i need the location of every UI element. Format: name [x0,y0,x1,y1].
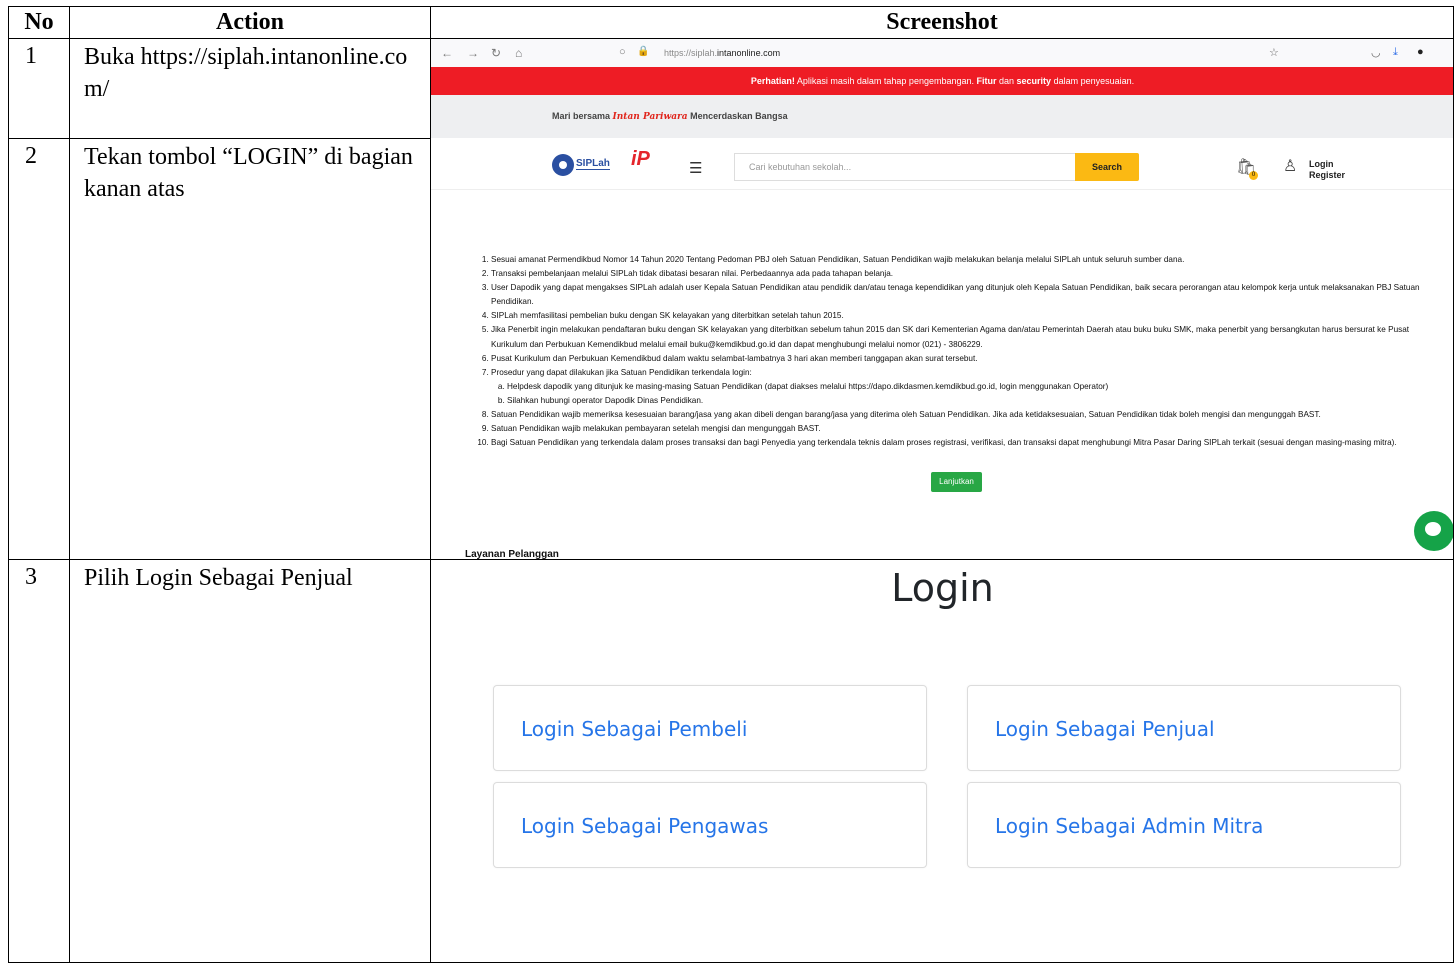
bookmark-star-icon[interactable]: ☆ [1269,46,1279,59]
search-button[interactable]: Search [1075,153,1139,181]
login-admin-mitra-link[interactable]: Login Sebagai Admin Mitra [995,814,1263,838]
notice-item: Pusat Kurikulum dan Perbukuan Kemendikbu… [491,352,1447,366]
login-supervisor-link[interactable]: Login Sebagai Pengawas [521,814,768,838]
header-no: No [8,6,70,39]
continue-button[interactable]: Lanjutkan [931,472,982,492]
notice-item: Jika Penerbit ingin melakukan pendaftara… [491,323,1447,351]
row-number: 3 [8,559,70,963]
notice-subitem: Helpdesk dapodik yang ditunjuk ke masing… [507,380,1447,394]
browser-window: ← → ↻ ⌂ ○ 🔒 https://siplah.intanonline.c… [431,39,1453,559]
login-seller-card[interactable]: Login Sebagai Penjual [967,685,1401,771]
download-icon[interactable]: ⤓ [1393,46,1398,59]
forward-icon[interactable]: → [467,46,479,60]
auth-links: Login Register [1309,159,1345,181]
login-admin-mitra-card[interactable]: Login Sebagai Admin Mitra [967,782,1401,868]
tagline-bar: Mari bersama Intan Pariwara Mencerdaskan… [431,95,1453,138]
user-icon[interactable]: ♙ [1283,156,1297,176]
notice-item: Bagi Satuan Pendidikan yang terkendala d… [491,436,1447,450]
notice-item: Prosedur yang dapat dilakukan jika Satua… [491,366,1447,408]
notice-list: Sesuai amanat Permendikbud Nomor 14 Tahu… [467,253,1447,450]
login-buyer-card[interactable]: Login Sebagai Pembeli [493,685,927,771]
menu-icon[interactable]: ☰ [689,159,702,177]
login-seller-link[interactable]: Login Sebagai Penjual [995,717,1215,741]
siplah-logo-icon[interactable] [552,154,574,176]
account-icon[interactable]: ● [1417,46,1424,58]
register-link[interactable]: Register [1309,170,1345,181]
lock-icon[interactable]: 🔒 [637,46,649,57]
browser-screenshot-cell: ← → ↻ ⌂ ○ 🔒 https://siplah.intanonline.c… [430,38,1454,560]
notice-item: Satuan Pendidikan wajib memeriksa kesesu… [491,408,1447,422]
notice-item: Satuan Pendidikan wajib melakukan pembay… [491,422,1447,436]
notice-item: Transaksi pembelanjaan melalui SIPLah ti… [491,267,1447,281]
tagline: Mari bersama Intan Pariwara Mencerdaskan… [552,111,788,122]
header-screenshot: Screenshot [430,6,1454,39]
chat-icon[interactable] [1414,511,1453,551]
address-bar[interactable]: https://siplah.intanonline.com [664,48,780,58]
notice-item: Sesuai amanat Permendikbud Nomor 14 Tahu… [491,253,1447,267]
site-header: SIPLah iP ☰ Cari kebutuhan sekolah... Se… [431,138,1453,190]
alert-banner: Perhatian! Aplikasi masih dalam tahap pe… [431,67,1453,95]
row-action: Pilih Login Sebagai Penjual [69,559,431,963]
intan-pariwara-logo: iP [631,148,650,170]
login-supervisor-card[interactable]: Login Sebagai Pengawas [493,782,927,868]
search-input[interactable]: Cari kebutuhan sekolah... [734,153,1075,181]
pocket-icon[interactable]: ◡ [1371,46,1381,59]
customer-service-label: Layanan Pelanggan [465,549,559,559]
back-icon[interactable]: ← [441,46,453,60]
home-icon[interactable]: ⌂ [515,46,522,60]
login-buyer-link[interactable]: Login Sebagai Pembeli [521,717,747,741]
browser-toolbar: ← → ↻ ⌂ ○ 🔒 https://siplah.intanonline.c… [431,39,1453,67]
notice-subitem: Silahkan hubungi operator Dapodik Dinas … [507,394,1447,408]
notice-item: SIPLah memfasilitasi pembelian buku deng… [491,309,1447,323]
cart-count-badge: 0 [1249,171,1258,180]
row-number: 2 [8,138,70,560]
header-action: Action [69,6,431,39]
row-action: Tekan tombol “LOGIN” di bagian kanan ata… [69,138,431,560]
row-number: 1 [8,38,70,139]
notice-item: User Dapodik yang dapat mengakses SIPLah… [491,281,1447,309]
shield-icon[interactable]: ○ [619,46,626,58]
reload-icon[interactable]: ↻ [491,46,501,60]
siplah-logo-text[interactable]: SIPLah [576,158,610,170]
login-title: Login [891,566,994,610]
login-page: Login Login Sebagai Pembeli Login Sebaga… [431,560,1453,962]
instruction-table: No Action Screenshot 1 Buka https://sipl… [8,6,1454,963]
row-action: Buka https://siplah.intanonline.com/ [69,38,431,139]
login-screenshot-cell: Login Login Sebagai Pembeli Login Sebaga… [430,559,1454,963]
login-link[interactable]: Login [1309,159,1345,170]
